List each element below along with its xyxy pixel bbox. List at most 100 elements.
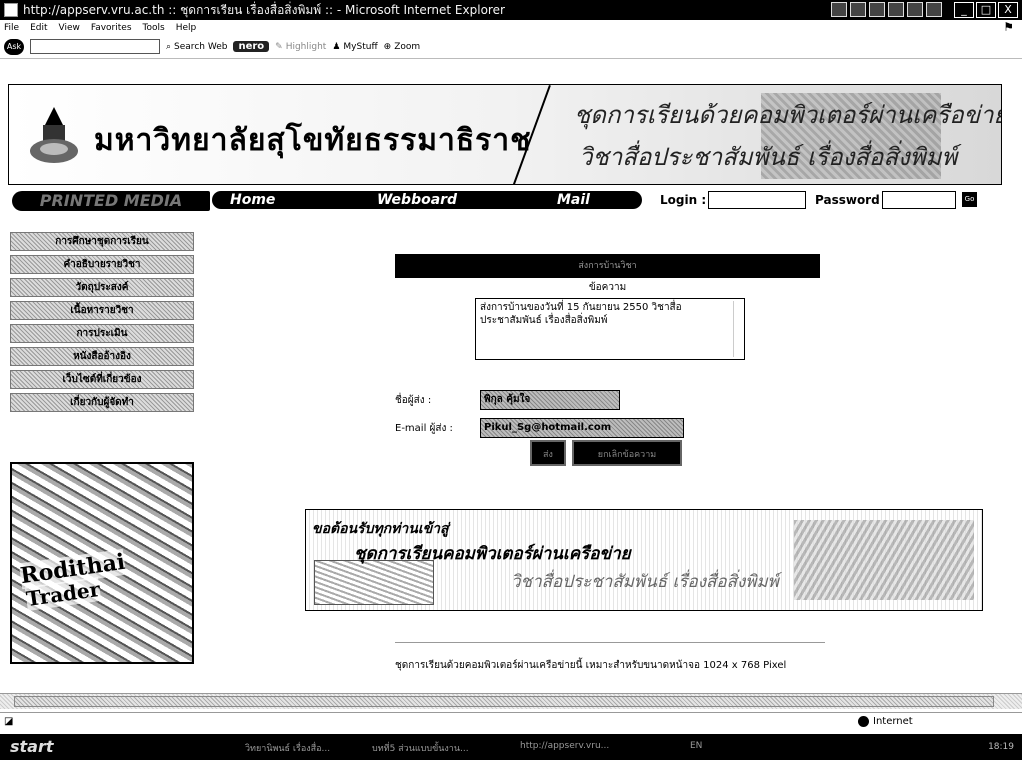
email-label: E-mail ผู้ส่ง : bbox=[395, 422, 453, 434]
toolbar-search-input[interactable] bbox=[30, 39, 160, 54]
banner-course-subject: วิชาสื่อประชาสัมพันธ์ เรื่องสื่อสิ่งพิมพ… bbox=[579, 143, 958, 171]
login-input[interactable] bbox=[708, 191, 806, 209]
menu-view[interactable]: View bbox=[59, 23, 80, 33]
toolbar-app-icon[interactable] bbox=[869, 2, 885, 17]
pen-icon: ✎ bbox=[275, 41, 283, 52]
email-row: E-mail ผู้ส่ง : Pikul_Sg@hotmail.com bbox=[395, 418, 684, 438]
toolbar-app-icon[interactable] bbox=[888, 2, 904, 17]
toolbar-app-icon[interactable] bbox=[907, 2, 923, 17]
nav-home-link[interactable]: Home bbox=[230, 191, 275, 209]
message-label: ข้อความ bbox=[588, 282, 627, 293]
web-page: มหาวิทยาลัยสุโขทัยธรรมาธิราช ชุดการเรียน… bbox=[0, 60, 1022, 690]
toolbar-app-icon[interactable] bbox=[850, 2, 866, 17]
search-web-button[interactable]: ⌕ Search Web bbox=[166, 42, 227, 52]
sender-row: ชื่อผู้ส่ง : พิกุล คุ้มใจ bbox=[395, 390, 620, 410]
menu-item-content[interactable]: เนื้อหารายวิชา bbox=[10, 301, 194, 320]
internet-globe-icon bbox=[858, 716, 869, 727]
menu-item-study-guide[interactable]: การศึกษาชุดการเรียน bbox=[10, 232, 194, 251]
magazine-collage-image: Rodithai Trader bbox=[10, 462, 194, 664]
zoom-icon: ⊕ bbox=[383, 41, 392, 52]
footer-note: ชุดการเรียนด้วยคอมพิวเตอร์ผ่านเครือข่ายน… bbox=[395, 660, 787, 671]
menu-item-related-websites[interactable]: เว็บไซต์ที่เกี่ยวข้อง bbox=[10, 370, 194, 389]
language-indicator[interactable]: EN bbox=[690, 741, 702, 751]
scrollbar-thumb[interactable] bbox=[14, 696, 994, 707]
menu-item-about-author[interactable]: เกี่ยวกับผู้จัดทำ bbox=[10, 393, 194, 412]
reset-button[interactable]: ยกเลิกข้อความ bbox=[572, 440, 682, 466]
zoom-button[interactable]: ⊕ Zoom bbox=[384, 42, 421, 52]
menu-item-course-description[interactable]: คำอธิบายรายวิชา bbox=[10, 255, 194, 274]
window-titlebar[interactable]: http://appserv.vru.ac.th :: ชุดการเรียน … bbox=[0, 0, 1022, 20]
search-icon: ⌕ bbox=[166, 41, 172, 52]
nav-webboard-link[interactable]: Webboard bbox=[377, 191, 457, 209]
minimize-button[interactable]: _ bbox=[954, 2, 974, 18]
welcome-line1: ขอต้อนรับทุกท่านเข้าสู่ bbox=[312, 521, 449, 537]
printed-media-tab: PRINTED MEDIA bbox=[12, 191, 210, 211]
zone-label: Internet bbox=[873, 716, 913, 727]
ask-toolbar: Ask ⌕ Search Web nero ✎ Highlight ♟ MySt… bbox=[0, 35, 1022, 59]
search-web-label: Search Web bbox=[174, 41, 228, 52]
titlebar-toolbar-icons bbox=[831, 2, 942, 17]
security-zone: Internet bbox=[858, 716, 913, 727]
menu-help[interactable]: Help bbox=[176, 23, 197, 33]
globe-image bbox=[794, 520, 974, 600]
textarea-scrollbar[interactable] bbox=[733, 301, 742, 357]
left-menu: การศึกษาชุดการเรียน คำอธิบายรายวิชา วัตถ… bbox=[10, 232, 194, 416]
sender-label: ชื่อผู้ส่ง : bbox=[395, 394, 432, 406]
ask-logo-icon[interactable]: Ask bbox=[4, 38, 24, 55]
mystuff-button[interactable]: ♟ MyStuff bbox=[332, 42, 377, 52]
footer-divider bbox=[395, 642, 825, 643]
window-controls: _ □ X bbox=[954, 2, 1018, 18]
banner-course-title: ชุดการเรียนด้วยคอมพิวเตอร์ผ่านเครือข่าย bbox=[574, 101, 1002, 129]
homework-form: ส่งการบ้านวิชา ข้อความ ส่งการบ้านของวันท… bbox=[395, 254, 820, 466]
nav-strip: Home Webboard Mail bbox=[212, 191, 642, 209]
mystuff-label: MyStuff bbox=[343, 41, 378, 52]
close-button[interactable]: X bbox=[998, 2, 1018, 18]
message-textarea[interactable]: ส่งการบ้านของวันที่ 15 กันยายน 2550 วิชา… bbox=[475, 298, 745, 360]
taskbar-item-chapter5[interactable]: บทที่5 ส่วนแบบขั้นงาน... bbox=[372, 741, 469, 755]
menu-edit[interactable]: Edit bbox=[30, 23, 47, 33]
highlight-label: Highlight bbox=[285, 41, 327, 52]
taskbar-clock: 18:19 bbox=[988, 742, 1014, 752]
welcome-line2: ชุดการเรียนคอมพิวเตอร์ผ่านเครือข่าย bbox=[354, 544, 631, 564]
horizontal-scrollbar[interactable] bbox=[0, 693, 1022, 709]
taskbar-item-browser[interactable]: http://appserv.vru... bbox=[520, 741, 609, 751]
nero-button[interactable]: nero bbox=[233, 41, 270, 52]
start-button[interactable]: start bbox=[10, 737, 54, 756]
welcome-line3: วิชาสื่อประชาสัมพันธ์ เรื่องสื่อสิ่งพิมพ… bbox=[511, 572, 779, 592]
login-label: Login : bbox=[660, 193, 707, 207]
nav-row: PRINTED MEDIA Home Webboard Mail Login :… bbox=[0, 189, 1022, 213]
window-title: http://appserv.vru.ac.th :: ชุดการเรียน … bbox=[23, 2, 505, 17]
message-text: ส่งการบ้านของวันที่ 15 กันยายน 2550 วิชา… bbox=[480, 302, 682, 326]
toolbar-app-icon[interactable] bbox=[831, 2, 847, 17]
email-field[interactable]: Pikul_Sg@hotmail.com bbox=[480, 418, 684, 438]
nav-mail-link[interactable]: Mail bbox=[557, 191, 590, 209]
site-banner: มหาวิทยาลัยสุโขทัยธรรมาธิราช ชุดการเรียน… bbox=[8, 84, 1002, 185]
menu-favorites[interactable]: Favorites bbox=[91, 23, 132, 33]
toolbar-app-icon[interactable] bbox=[926, 2, 942, 17]
page-done-icon: ◪ bbox=[4, 716, 14, 727]
mystuff-icon: ♟ bbox=[332, 41, 341, 52]
maximize-button[interactable]: □ bbox=[976, 2, 996, 18]
menu-file[interactable]: File bbox=[4, 23, 19, 33]
send-button[interactable]: ส่ง bbox=[530, 440, 566, 466]
menu-item-objectives[interactable]: วัตถุประสงค์ bbox=[10, 278, 194, 297]
welcome-banner: ขอต้อนรับทุกท่านเข้าสู่ ชุดการเรียนคอมพิ… bbox=[305, 509, 983, 611]
highlight-button[interactable]: ✎ Highlight bbox=[275, 42, 326, 52]
ie-icon bbox=[4, 3, 18, 17]
university-seal-icon bbox=[30, 107, 78, 163]
form-header: ส่งการบ้านวิชา bbox=[395, 254, 820, 278]
login-go-button[interactable]: Go bbox=[962, 192, 977, 207]
menu-bar: File Edit View Favorites Tools Help ⚑ bbox=[0, 20, 1022, 35]
zoom-label: Zoom bbox=[394, 41, 421, 52]
password-input[interactable] bbox=[882, 191, 956, 209]
windows-flag-icon: ⚑ bbox=[1003, 20, 1014, 34]
password-label: Password : bbox=[815, 193, 889, 207]
windows-taskbar: start วิทยานิพนธ์ เรื่องสื่อ... บทที่5 ส… bbox=[0, 734, 1022, 760]
menu-tools[interactable]: Tools bbox=[143, 23, 165, 33]
menu-item-references[interactable]: หนังสืออ้างอิง bbox=[10, 347, 194, 366]
sender-field[interactable]: พิกุล คุ้มใจ bbox=[480, 390, 620, 410]
taskbar-item-word-doc[interactable]: วิทยานิพนธ์ เรื่องสื่อ... bbox=[245, 741, 330, 755]
status-bar: ◪ Internet bbox=[0, 712, 1022, 732]
university-name: มหาวิทยาลัยสุโขทัยธรรมาธิราช bbox=[94, 123, 532, 158]
menu-item-evaluation[interactable]: การประเมิน bbox=[10, 324, 194, 343]
